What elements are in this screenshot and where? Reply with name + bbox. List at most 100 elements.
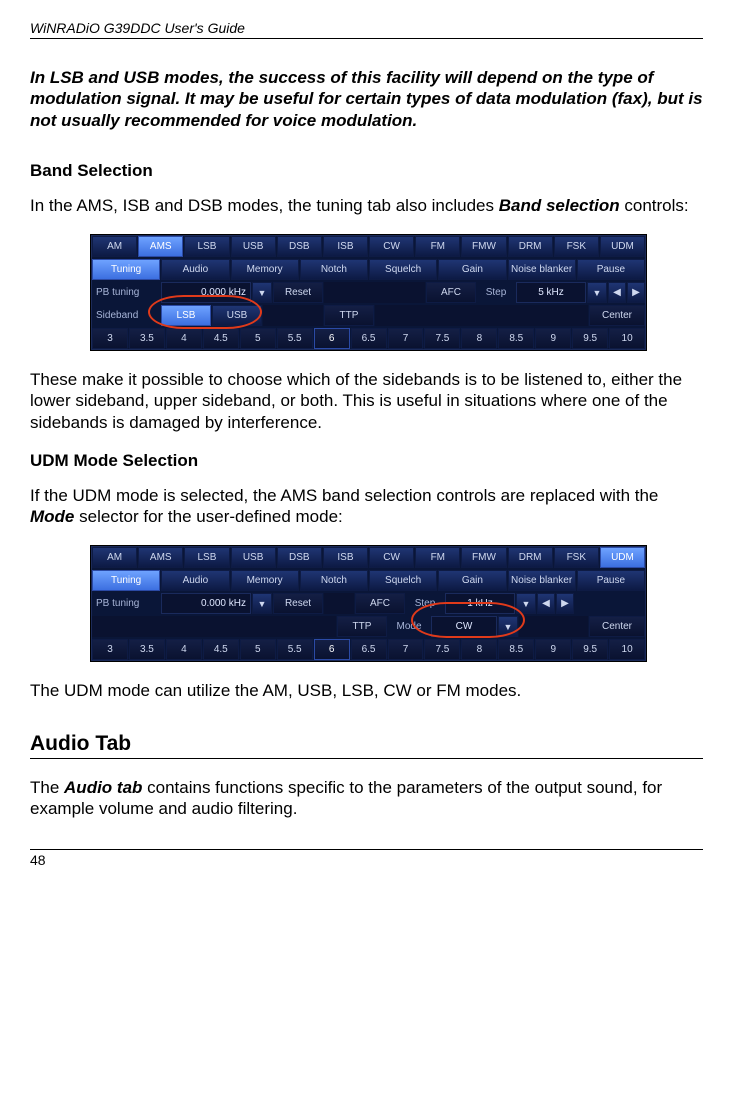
tab-button[interactable]: Squelch <box>369 570 437 591</box>
reset-button[interactable]: Reset <box>273 282 323 303</box>
mode-button[interactable]: AM <box>92 547 137 568</box>
tab-button[interactable]: Audio <box>161 570 229 591</box>
ruler-button[interactable]: 5 <box>240 639 276 660</box>
mode-button[interactable]: AMS <box>138 547 183 568</box>
mode-button[interactable]: FMW <box>461 547 506 568</box>
ruler-button[interactable]: 7.5 <box>424 328 460 349</box>
mode-button[interactable]: FSK <box>554 547 599 568</box>
ruler-button[interactable]: 6.5 <box>351 328 387 349</box>
dropdown-icon[interactable]: ▼ <box>587 282 607 303</box>
ruler-button[interactable]: 8 <box>461 639 497 660</box>
ruler-button[interactable]: 4.5 <box>203 328 239 349</box>
tab-button[interactable]: Tuning <box>92 570 160 591</box>
tab-button[interactable]: Audio <box>161 259 229 280</box>
ruler-button[interactable]: 8.5 <box>498 639 534 660</box>
pb-tuning-field[interactable]: 0.000 kHz <box>161 282 251 303</box>
udm-panel: AMAMSLSBUSBDSBISBCWFMFMWDRMFSKUDM Tuning… <box>90 545 647 662</box>
step-left-button[interactable]: ◀ <box>537 593 555 614</box>
tab-button[interactable]: Gain <box>438 570 506 591</box>
dropdown-icon[interactable]: ▼ <box>252 282 272 303</box>
ruler-button[interactable]: 7 <box>388 639 424 660</box>
step-field[interactable]: 1 kHz <box>445 593 515 614</box>
tab-button[interactable]: Squelch <box>369 259 437 280</box>
tab-button[interactable]: Gain <box>438 259 506 280</box>
step-right-button[interactable]: ▶ <box>556 593 574 614</box>
tab-button[interactable]: Memory <box>231 259 299 280</box>
lsb-button[interactable]: LSB <box>161 305 211 326</box>
ruler-button[interactable]: 3 <box>92 639 128 660</box>
mode-button[interactable]: FMW <box>461 236 506 257</box>
ruler-button[interactable]: 8.5 <box>498 328 534 349</box>
center-button[interactable]: Center <box>589 305 645 326</box>
spacer <box>92 616 336 637</box>
dropdown-icon[interactable]: ▼ <box>516 593 536 614</box>
ruler-button[interactable]: 9.5 <box>572 639 608 660</box>
mode-button[interactable]: UDM <box>600 236 645 257</box>
ruler-button[interactable]: 4 <box>166 328 202 349</box>
text: The <box>30 778 64 797</box>
tab-button[interactable]: Noise blanker <box>508 570 576 591</box>
mode-button[interactable]: UDM <box>600 547 645 568</box>
ruler-button[interactable]: 4.5 <box>203 639 239 660</box>
mode-button[interactable]: CW <box>369 547 414 568</box>
ruler-button[interactable]: 10 <box>609 639 645 660</box>
ruler-button[interactable]: 9 <box>535 639 571 660</box>
afc-button[interactable]: AFC <box>355 593 405 614</box>
tab-button[interactable]: Noise blanker <box>508 259 576 280</box>
tab-button[interactable]: Notch <box>300 259 368 280</box>
mode-button[interactable]: FM <box>415 547 460 568</box>
band-selection-after: These make it possible to choose which o… <box>30 369 703 433</box>
ruler-button[interactable]: 9.5 <box>572 328 608 349</box>
ruler-button[interactable]: 3.5 <box>129 328 165 349</box>
ruler-button[interactable]: 6.5 <box>351 639 387 660</box>
mode-button[interactable]: AM <box>92 236 137 257</box>
step-right-button[interactable]: ▶ <box>627 282 645 303</box>
band-selection-heading: Band Selection <box>30 161 703 181</box>
ruler-button[interactable]: 4 <box>166 639 202 660</box>
ruler-button[interactable]: 5 <box>240 328 276 349</box>
mode-button[interactable]: DRM <box>508 547 553 568</box>
ruler-button[interactable]: 7 <box>388 328 424 349</box>
ruler-button[interactable]: 9 <box>535 328 571 349</box>
mode-field[interactable]: CW <box>431 616 497 637</box>
step-field[interactable]: 5 kHz <box>516 282 586 303</box>
tab-button[interactable]: Pause <box>577 570 645 591</box>
ruler-button[interactable]: 3.5 <box>129 639 165 660</box>
ttp-button[interactable]: TTP <box>324 305 374 326</box>
ruler-button[interactable]: 5.5 <box>277 328 313 349</box>
ruler-button[interactable]: 6 <box>314 328 350 349</box>
ruler-button[interactable]: 3 <box>92 328 128 349</box>
mode-button[interactable]: ISB <box>323 547 368 568</box>
dropdown-icon[interactable]: ▼ <box>498 616 518 637</box>
tab-button[interactable]: Tuning <box>92 259 160 280</box>
pb-tuning-field[interactable]: 0.000 kHz <box>161 593 251 614</box>
mode-button[interactable]: CW <box>369 236 414 257</box>
mode-button[interactable]: USB <box>231 236 276 257</box>
tab-button[interactable]: Memory <box>231 570 299 591</box>
mode-button[interactable]: DSB <box>277 236 322 257</box>
mode-button[interactable]: LSB <box>184 236 229 257</box>
ruler-button[interactable]: 10 <box>609 328 645 349</box>
reset-button[interactable]: Reset <box>273 593 323 614</box>
mode-button[interactable]: DRM <box>508 236 553 257</box>
center-button[interactable]: Center <box>589 616 645 637</box>
dropdown-icon[interactable]: ▼ <box>252 593 272 614</box>
step-left-button[interactable]: ◀ <box>608 282 626 303</box>
ruler-button[interactable]: 5.5 <box>277 639 313 660</box>
tab-button[interactable]: Notch <box>300 570 368 591</box>
spacer <box>519 616 588 637</box>
ruler-button[interactable]: 8 <box>461 328 497 349</box>
mode-button[interactable]: AMS <box>138 236 183 257</box>
ruler-button[interactable]: 7.5 <box>424 639 460 660</box>
ruler-button[interactable]: 6 <box>314 639 350 660</box>
mode-button[interactable]: USB <box>231 547 276 568</box>
ttp-button[interactable]: TTP <box>337 616 387 637</box>
afc-button[interactable]: AFC <box>426 282 476 303</box>
mode-button[interactable]: ISB <box>323 236 368 257</box>
mode-button[interactable]: LSB <box>184 547 229 568</box>
mode-button[interactable]: DSB <box>277 547 322 568</box>
tab-button[interactable]: Pause <box>577 259 645 280</box>
usb-button[interactable]: USB <box>212 305 262 326</box>
mode-button[interactable]: FM <box>415 236 460 257</box>
mode-button[interactable]: FSK <box>554 236 599 257</box>
